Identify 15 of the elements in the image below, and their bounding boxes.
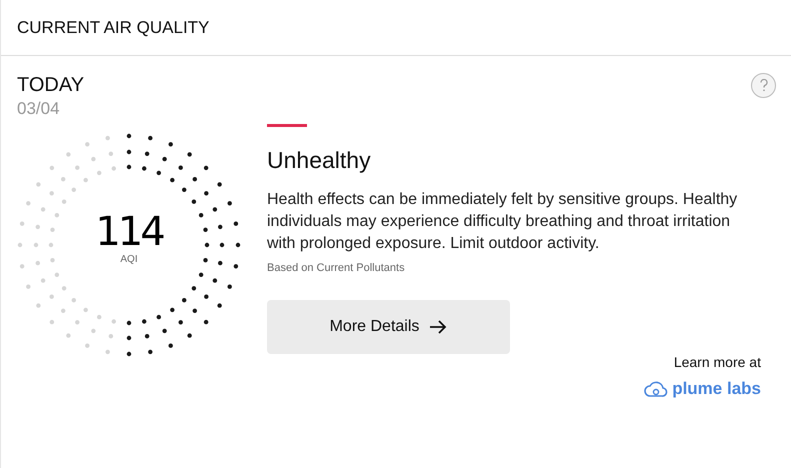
health-description: Health effects can be immediately felt by sensitive groups. Healthy individuals may experience difficulty breathing and throat irritation with prolonged exposure. Limit outdoor activity. [267, 190, 738, 254]
aqi-unit: AQI [120, 254, 138, 266]
arrow-right-icon [429, 320, 448, 334]
source-note: Based on Current Pollutants [267, 261, 406, 275]
question-icon [760, 79, 768, 92]
status-category: Unhealthy [267, 146, 372, 175]
help-button[interactable] [751, 73, 776, 98]
more-details-button[interactable]: More Details [267, 300, 510, 354]
cloud-icon [644, 380, 668, 398]
date-label: 03/04 [17, 98, 61, 120]
aqi-value: 114 [95, 210, 163, 254]
section-title: CURRENT AIR QUALITY [17, 16, 210, 39]
day-label: TODAY [17, 73, 84, 98]
plume-labs-link[interactable]: plume labs [644, 376, 761, 402]
learn-more-text: Learn more at [674, 353, 761, 372]
